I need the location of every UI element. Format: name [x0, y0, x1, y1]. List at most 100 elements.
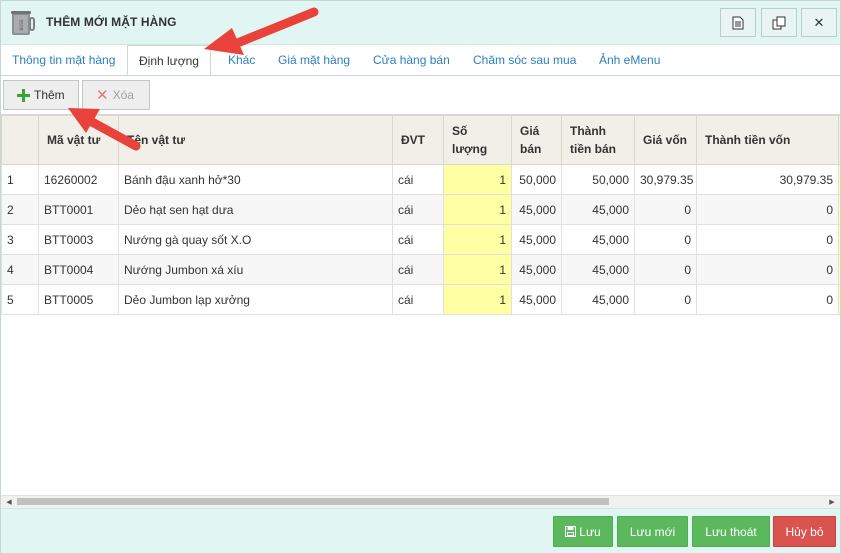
- col-header-code[interactable]: Mã vật tư: [38, 115, 119, 165]
- col-header-amount-line2: tiền bán: [570, 142, 617, 156]
- col-header-name[interactable]: Tên vật tư: [118, 115, 393, 165]
- cell-cost-amount: 0: [696, 254, 839, 285]
- cell-qty[interactable]: 1: [443, 164, 512, 195]
- cancel-button-label: Hủy bỏ: [785, 524, 824, 539]
- cell-cost-amount: 0: [696, 284, 839, 315]
- add-button-label: Thêm: [34, 88, 65, 102]
- dialog-footer: Lưu Lưu mới Lưu thoát Hủy bỏ: [1, 508, 840, 553]
- cell-extra: [838, 164, 840, 195]
- table-row[interactable]: 5 BTT0005 Dẻo Jumbon lạp xưởng cái 1 45,…: [1, 284, 840, 315]
- save-new-button[interactable]: Lưu mới: [617, 516, 688, 547]
- col-header-extra: [838, 115, 840, 165]
- cell-unit[interactable]: cái: [392, 194, 444, 225]
- col-header-amount[interactable]: Thành tiền bán: [561, 115, 635, 165]
- cell-stt: 1: [1, 164, 39, 195]
- cell-unit[interactable]: cái: [392, 254, 444, 285]
- tab-stores[interactable]: Cửa hàng bán: [373, 53, 450, 67]
- grid-header-row: Mã vật tư Tên vật tư ĐVT Số lượng Giá bán …: [1, 115, 840, 165]
- cell-extra: [838, 254, 840, 285]
- cell-extra: [838, 284, 840, 315]
- cell-code[interactable]: BTT0004: [38, 254, 119, 285]
- col-header-unit[interactable]: ĐVT: [392, 115, 444, 165]
- duplicate-button[interactable]: [761, 8, 797, 37]
- cell-stt: 4: [1, 254, 39, 285]
- save-exit-button-label: Lưu thoát: [705, 524, 757, 539]
- col-header-cost[interactable]: Giá vốn: [634, 115, 697, 165]
- cell-price: 45,000: [511, 194, 562, 225]
- logo-text: BOSS: [19, 19, 24, 30]
- tab-quantity[interactable]: Định lượng: [127, 45, 211, 75]
- col-header-cost-amount[interactable]: Thành tiền vốn: [696, 115, 839, 165]
- tab-after-sales[interactable]: Chăm sóc sau mua: [473, 53, 576, 67]
- save-button-label: Lưu: [579, 524, 601, 539]
- cell-cost: 0: [634, 284, 697, 315]
- cell-code[interactable]: BTT0005: [38, 284, 119, 315]
- col-header-amount-line1: Thành: [570, 124, 606, 138]
- table-row[interactable]: 1 16260002 Bánh đậu xanh hở*30 cái 1 50,…: [1, 164, 840, 195]
- cell-cost-amount: 0: [696, 194, 839, 225]
- materials-grid: Mã vật tư Tên vật tư ĐVT Số lượng Giá bán …: [1, 114, 840, 510]
- cell-stt: 3: [1, 224, 39, 255]
- cell-cost: 0: [634, 224, 697, 255]
- cell-qty[interactable]: 1: [443, 254, 512, 285]
- table-row[interactable]: 2 BTT0001 Dẻo hạt sen hạt dưa cái 1 45,0…: [1, 194, 840, 225]
- table-row[interactable]: 3 BTT0003 Nướng gà quay sốt X.O cái 1 45…: [1, 224, 840, 255]
- cell-price: 45,000: [511, 254, 562, 285]
- tab-item-price[interactable]: Giá mặt hàng: [278, 53, 350, 67]
- cell-amount: 50,000: [561, 164, 635, 195]
- col-header-qty-line2: lượng: [452, 142, 488, 156]
- cell-name[interactable]: Nướng gà quay sốt X.O: [118, 224, 393, 255]
- cell-unit[interactable]: cái: [392, 284, 444, 315]
- tab-other[interactable]: Khác: [228, 53, 255, 67]
- cell-unit[interactable]: cái: [392, 224, 444, 255]
- cell-qty[interactable]: 1: [443, 284, 512, 315]
- add-item-dialog: BOSS THÊM MỚI MẶT HÀNG ✕ Thông tin mặt h…: [0, 0, 841, 553]
- scroll-left-icon[interactable]: ◀: [2, 496, 16, 508]
- table-row[interactable]: 4 BTT0004 Nướng Jumbon xá xíu cái 1 45,0…: [1, 254, 840, 285]
- export-button[interactable]: [720, 8, 756, 37]
- tab-emenu-image[interactable]: Ảnh eMenu: [599, 53, 660, 67]
- scroll-right-icon[interactable]: ▶: [825, 496, 839, 508]
- cell-cost: 0: [634, 194, 697, 225]
- cell-code[interactable]: 16260002: [38, 164, 119, 195]
- copy-icon: [772, 16, 786, 29]
- close-button[interactable]: ✕: [801, 8, 837, 37]
- cell-price: 50,000: [511, 164, 562, 195]
- document-icon: [732, 16, 744, 29]
- tab-item-info[interactable]: Thông tin mặt hàng: [12, 53, 115, 67]
- add-button[interactable]: Thêm: [3, 80, 79, 110]
- col-header-qty[interactable]: Số lượng: [443, 115, 512, 165]
- cell-cost: 30,979.35: [634, 164, 697, 195]
- app-logo-icon: BOSS: [11, 11, 35, 35]
- cancel-button[interactable]: Hủy bỏ: [773, 516, 836, 547]
- delete-button[interactable]: ✕ Xóa: [82, 80, 150, 110]
- cell-name[interactable]: Bánh đậu xanh hở*30: [118, 164, 393, 195]
- cell-stt: 2: [1, 194, 39, 225]
- cell-stt: 5: [1, 284, 39, 315]
- col-header-price-line1: Giá: [520, 124, 540, 138]
- col-header-price-line2: bán: [520, 142, 542, 156]
- materials-table: Mã vật tư Tên vật tư ĐVT Số lượng Giá bán …: [1, 115, 840, 315]
- col-header-stt[interactable]: [1, 115, 39, 165]
- cell-cost: 0: [634, 254, 697, 285]
- save-button[interactable]: Lưu: [553, 516, 613, 547]
- cell-code[interactable]: BTT0003: [38, 224, 119, 255]
- cell-price: 45,000: [511, 224, 562, 255]
- grid-toolbar: Thêm ✕ Xóa: [1, 77, 840, 113]
- save-exit-button[interactable]: Lưu thoát: [692, 516, 770, 547]
- col-header-price[interactable]: Giá bán: [511, 115, 562, 165]
- cell-amount: 45,000: [561, 194, 635, 225]
- dialog-title: THÊM MỚI MẶT HÀNG: [46, 15, 177, 29]
- cell-unit[interactable]: cái: [392, 164, 444, 195]
- save-new-button-label: Lưu mới: [629, 524, 676, 539]
- horizontal-scrollbar[interactable]: ◀ ▶: [1, 495, 840, 508]
- cell-cost-amount: 0: [696, 224, 839, 255]
- cell-name[interactable]: Dẻo hạt sen hạt dưa: [118, 194, 393, 225]
- scrollbar-thumb[interactable]: [17, 498, 609, 505]
- cell-qty[interactable]: 1: [443, 224, 512, 255]
- cell-name[interactable]: Nướng Jumbon xá xíu: [118, 254, 393, 285]
- cell-code[interactable]: BTT0001: [38, 194, 119, 225]
- cell-qty[interactable]: 1: [443, 194, 512, 225]
- close-icon: ✕: [813, 14, 825, 30]
- cell-name[interactable]: Dẻo Jumbon lạp xưởng: [118, 284, 393, 315]
